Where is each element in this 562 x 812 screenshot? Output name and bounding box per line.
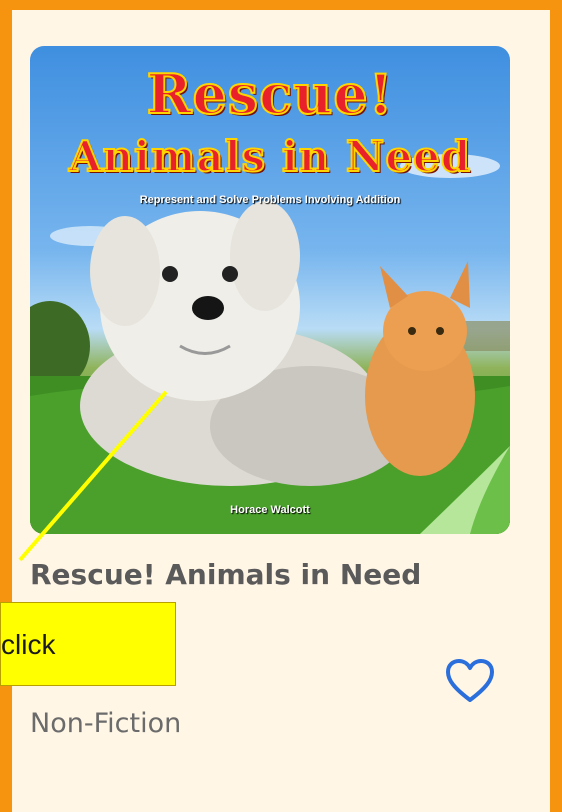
annotation-callout: click: [0, 602, 176, 686]
annotation-label: click: [1, 629, 56, 660]
annotation-pointer-line: [18, 390, 168, 562]
